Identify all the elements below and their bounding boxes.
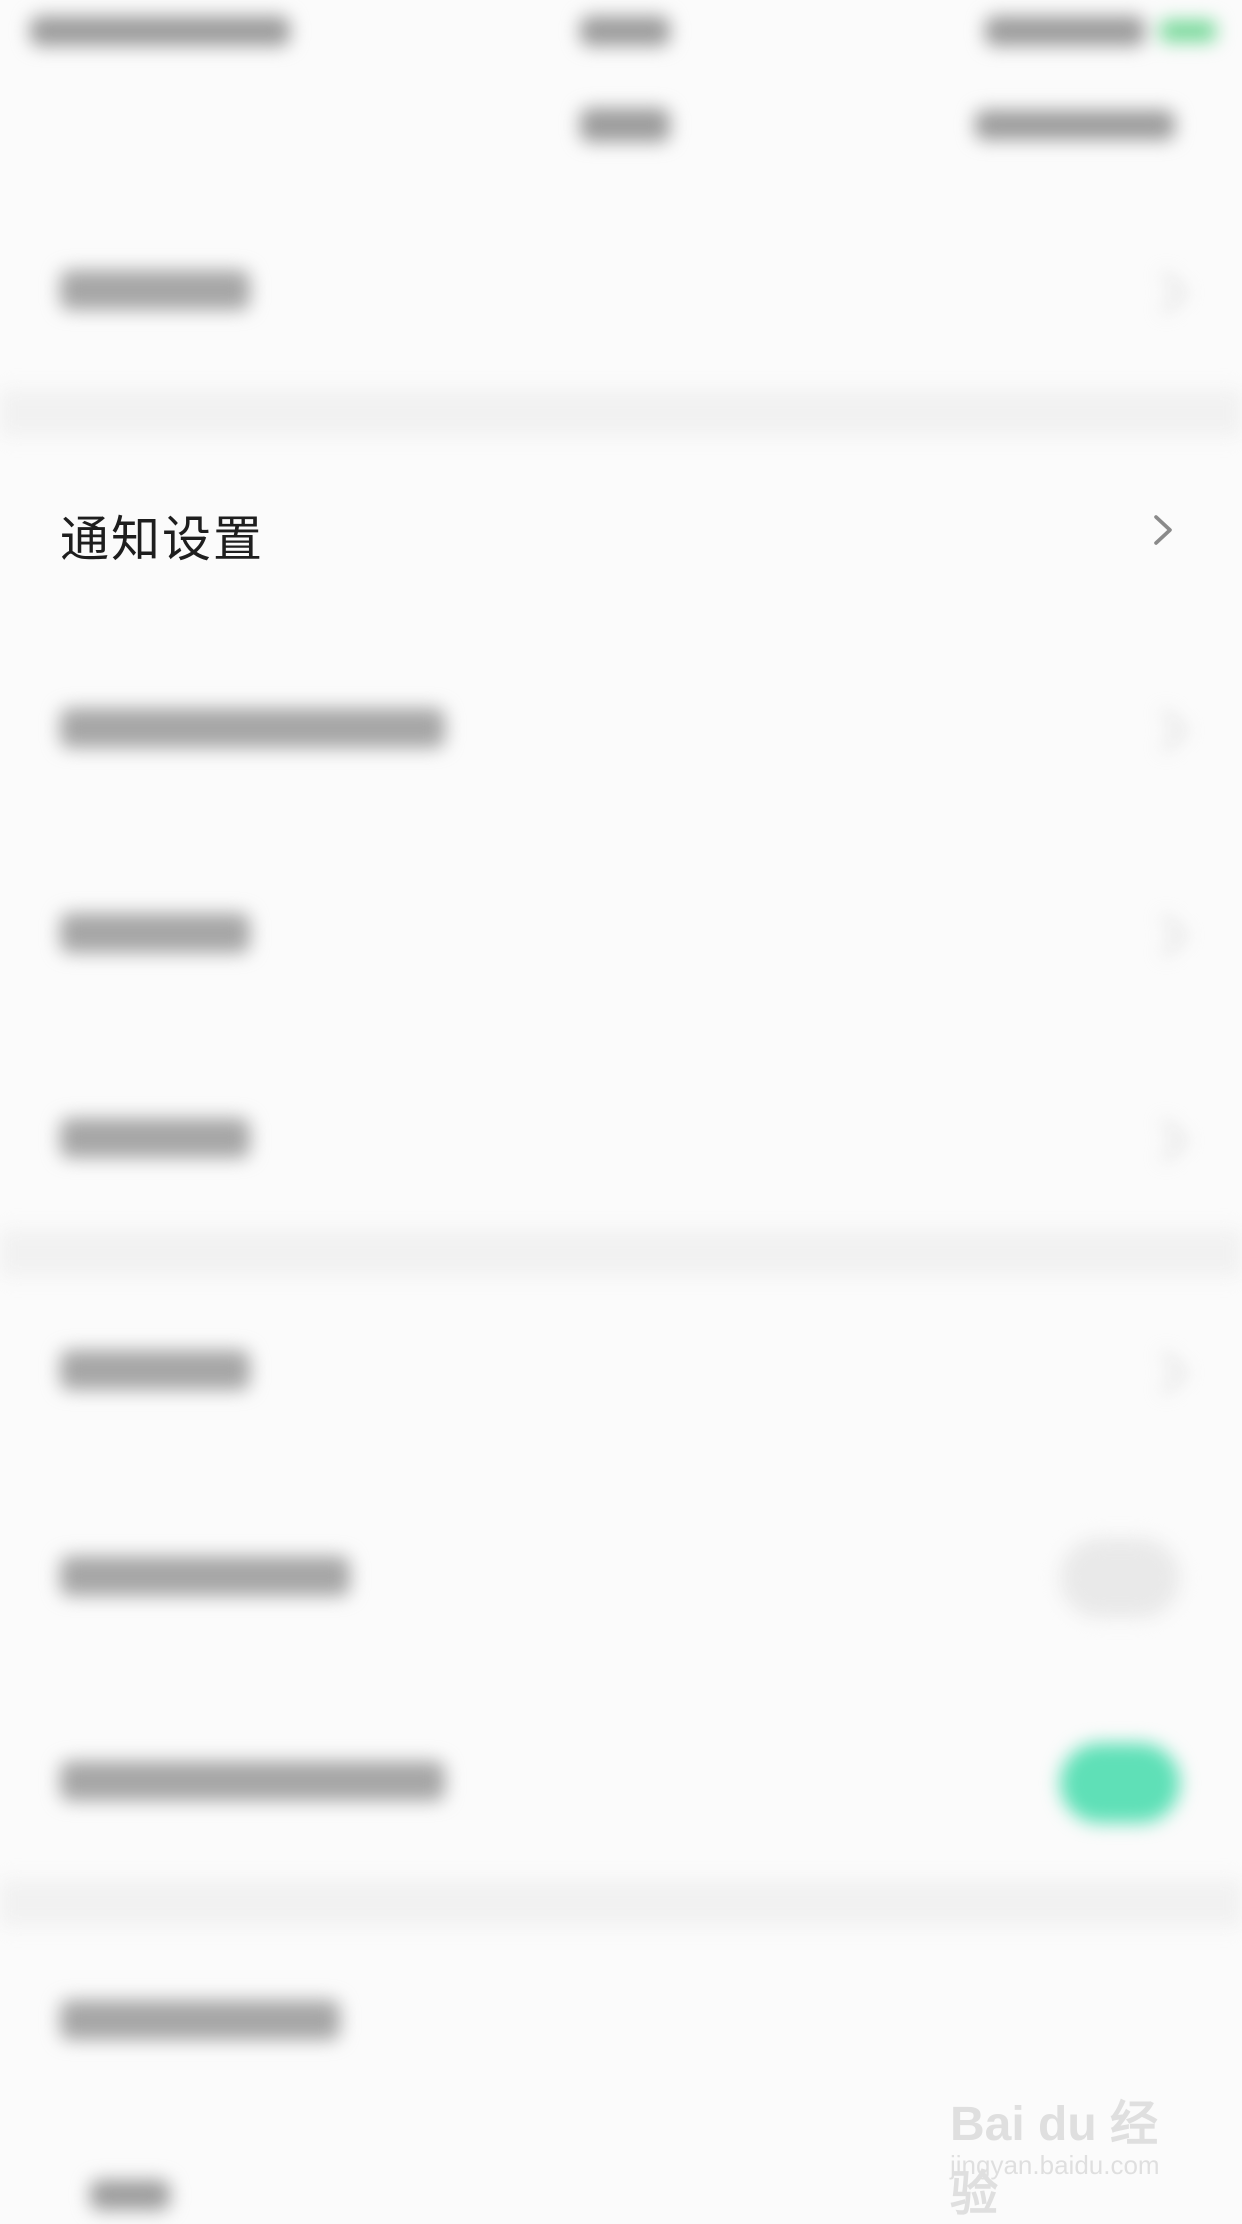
settings-row-blurred[interactable] (0, 1040, 1242, 1240)
settings-row-blurred[interactable] (0, 1272, 1242, 1472)
row-label-placeholder (60, 1118, 250, 1158)
watermark-url: jingyan.baidu.com (950, 2150, 1160, 2180)
row-label-placeholder (60, 1761, 445, 1801)
chevron-right-icon (1144, 1119, 1187, 1162)
row-label-placeholder (60, 2000, 340, 2040)
chevron-right-icon (1144, 914, 1187, 957)
row-label-placeholder (60, 1556, 350, 1596)
battery-icon (1160, 20, 1216, 42)
status-center-placeholder (580, 16, 670, 46)
header-right-placeholder (975, 110, 1175, 140)
chevron-right-icon (1144, 1351, 1187, 1394)
chevron-right-icon (1154, 515, 1172, 545)
bottom-placeholder (90, 2180, 170, 2210)
status-bar (0, 0, 1242, 150)
row-label-placeholder (60, 708, 445, 748)
settings-row-toggle-blurred[interactable] (0, 1478, 1242, 1678)
settings-row-blurred[interactable] (0, 630, 1242, 830)
row-label-placeholder (60, 270, 250, 310)
notification-settings-label: 通知设置 (60, 511, 265, 568)
toggle-switch-on[interactable] (1060, 1743, 1180, 1823)
settings-row-blurred[interactable] (0, 192, 1242, 392)
settings-row-blurred[interactable] (0, 835, 1242, 1035)
header-title-placeholder (580, 108, 670, 142)
baidu-jingyan-watermark: Bai du 经验 jingyan.baidu.com (950, 2072, 1190, 2221)
notification-settings-row[interactable]: 通知设置 (0, 440, 1242, 620)
row-label-placeholder (60, 913, 250, 953)
status-right-placeholder (985, 16, 1145, 46)
section-divider (0, 390, 1242, 436)
row-label-placeholder (60, 1350, 250, 1390)
chevron-right-icon (1144, 709, 1187, 752)
toggle-switch-off[interactable] (1060, 1538, 1180, 1618)
status-time-placeholder (30, 16, 290, 46)
chevron-right-icon (1144, 271, 1187, 314)
settings-row-toggle-blurred[interactable] (0, 1683, 1242, 1883)
section-divider (0, 1880, 1242, 1926)
section-divider (0, 1230, 1242, 1276)
